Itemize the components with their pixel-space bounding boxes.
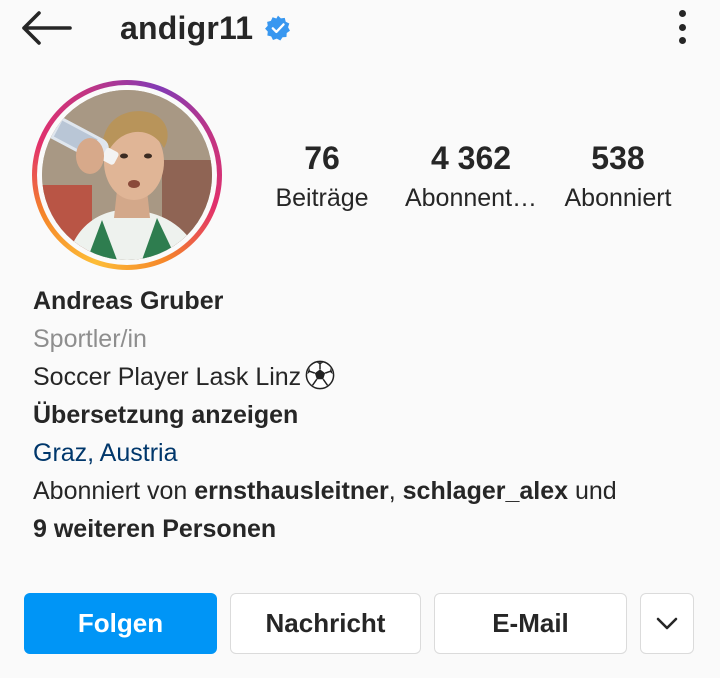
posts-count[interactable]: 76 Beiträge: [258, 138, 386, 214]
profile-actions: Folgen Nachricht E-Mail: [24, 593, 696, 655]
profile-username: andigr11: [120, 9, 254, 46]
bio-text-line: Soccer Player Lask Linz: [33, 358, 703, 396]
translate-link[interactable]: Übersetzung anzeigen: [33, 396, 703, 434]
posts-count-value: 76: [304, 140, 340, 176]
email-button[interactable]: E-Mail: [434, 593, 627, 654]
back-button[interactable]: [20, 8, 74, 48]
avatar-story-ring[interactable]: [32, 80, 222, 270]
followed-by-more[interactable]: 9 weiteren Personen: [33, 515, 276, 543]
profile-full-name: Andreas Gruber: [33, 287, 224, 315]
followers-count-value: 4 362: [430, 140, 512, 176]
followed-by-line[interactable]: Abonniert von ernsthausleitner, schlager…: [33, 472, 703, 510]
chevron-down-icon: [656, 617, 678, 629]
profile-stats: 76 Beiträge 4 362 Abonnent… 538 Abonnier…: [258, 138, 698, 222]
profile-photo: [42, 90, 212, 260]
more-vertical-icon: [678, 10, 686, 17]
location-link[interactable]: Graz, Austria: [33, 434, 703, 472]
posts-count-label: Beiträge: [275, 184, 369, 212]
followers-count[interactable]: 4 362 Abonnent…: [398, 138, 544, 214]
bio-text: Soccer Player Lask Linz: [33, 363, 302, 391]
arrow-left-icon: [22, 11, 72, 45]
followed-by-user[interactable]: ernsthausleitner: [194, 477, 389, 505]
top-bar: andigr11: [0, 0, 720, 56]
followed-by-user[interactable]: schlager_alex: [403, 477, 568, 505]
followed-by-prefix: Abonniert von: [33, 477, 195, 505]
profile-bio: Andreas Gruber Sportler/in Soccer Player…: [33, 282, 703, 548]
avatar: [42, 90, 212, 260]
suggested-accounts-button[interactable]: [640, 593, 694, 654]
following-count-label: Abonniert: [564, 184, 672, 212]
more-options-button[interactable]: [672, 10, 692, 44]
verified-badge-icon: [265, 15, 291, 41]
follow-button[interactable]: Folgen: [24, 593, 217, 654]
following-count[interactable]: 538 Abonniert: [552, 138, 684, 214]
following-count-value: 538: [591, 140, 645, 176]
soccer-ball-icon: [305, 360, 335, 390]
profile-category: Sportler/in: [33, 325, 147, 353]
profile-username-area: andigr11: [120, 6, 291, 50]
followers-count-label: Abonnent…: [404, 184, 538, 212]
message-button[interactable]: Nachricht: [230, 593, 421, 654]
